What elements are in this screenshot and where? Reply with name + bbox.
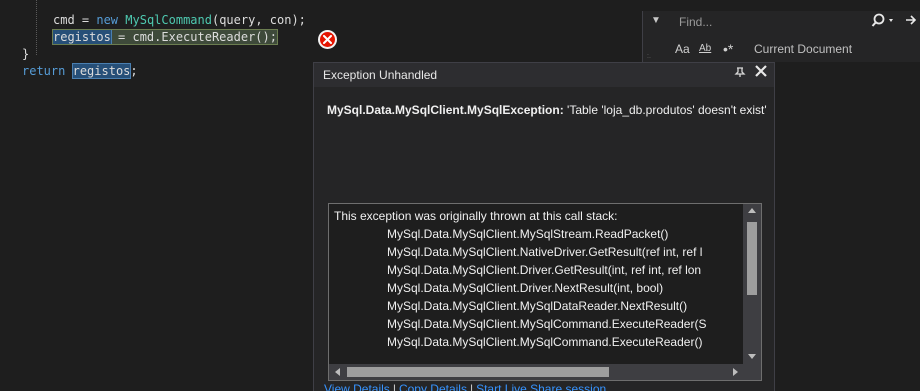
keyword-return: return xyxy=(22,64,66,78)
horizontal-scrollbar[interactable] xyxy=(329,364,743,380)
scrollbar-corner xyxy=(743,364,761,380)
chevron-down-icon[interactable]: ▼ xyxy=(651,15,661,26)
code-line-command[interactable]: cmd = new MySqlCommand(query, con); xyxy=(53,12,306,29)
scroll-thumb[interactable] xyxy=(347,367,609,377)
regex-toggle[interactable]: •* xyxy=(723,41,733,57)
close-icon[interactable] xyxy=(754,64,768,82)
match-case-toggle[interactable]: Aa xyxy=(675,41,690,57)
stack-frame: MySql.Data.MySqlClient.NativeDriver.GetR… xyxy=(387,245,703,259)
error-circle-icon[interactable] xyxy=(318,30,337,49)
live-share-link[interactable]: Start Live Share session... xyxy=(476,382,616,391)
copy-details-link[interactable]: Copy Details xyxy=(399,382,467,391)
search-icon[interactable] xyxy=(871,13,901,31)
code-token: cmd = xyxy=(53,13,97,27)
pin-icon[interactable] xyxy=(734,66,746,81)
exception-type: MySql.Data.MySqlClient.MySqlException: xyxy=(327,103,564,117)
exception-text: 'Table 'loja_db.produtos' doesn't exist' xyxy=(563,103,767,117)
scroll-down-icon[interactable] xyxy=(748,354,756,359)
find-next-icon[interactable] xyxy=(905,13,919,31)
stack-frame: MySql.Data.MySqlClient.MySqlStream.ReadP… xyxy=(387,227,669,241)
stack-frame: MySql.Data.MySqlClient.MySqlCommand.Exec… xyxy=(387,317,707,331)
call-stack-box[interactable]: This exception was originally thrown at … xyxy=(328,203,762,381)
exception-helper-popup: Exception Unhandled MySql.Data.MySqlClie… xyxy=(313,62,775,391)
keyword-new: new xyxy=(96,13,119,27)
scroll-thumb[interactable] xyxy=(747,222,757,295)
find-input[interactable] xyxy=(667,12,867,32)
exception-links: View Details | Copy Details | Start Live Sha… xyxy=(324,382,616,391)
indent-guide xyxy=(36,0,37,55)
search-scope-dropdown[interactable]: Current Document xyxy=(754,41,852,57)
exception-message: MySql.Data.MySqlClient.MySqlException: '… xyxy=(327,102,767,119)
exception-header: Exception Unhandled xyxy=(314,63,774,87)
vertical-scrollbar[interactable] xyxy=(743,204,761,364)
exception-title: Exception Unhandled xyxy=(323,68,438,82)
stack-frame: MySql.Data.MySqlClient.Driver.GetResult(… xyxy=(387,263,702,277)
scroll-left-icon[interactable] xyxy=(335,368,340,376)
variable-registos: registos xyxy=(71,63,132,79)
stack-frame: MySql.Data.MySqlClient.Driver.NextResult… xyxy=(387,281,664,295)
code-line-return[interactable]: return registos; xyxy=(22,63,138,80)
type-mysqlcommand: MySqlCommand xyxy=(125,13,212,27)
link-separator: | xyxy=(392,382,396,391)
code-line-execute[interactable]: registos = cmd.ExecuteReader(); xyxy=(52,29,278,46)
view-details-link[interactable]: View Details xyxy=(324,382,390,391)
stack-frame: MySql.Data.MySqlClient.MySqlCommand.Exec… xyxy=(387,335,703,349)
code-token: = cmd.ExecuteReader(); xyxy=(110,30,277,44)
code-token: ; xyxy=(130,64,138,78)
scroll-up-icon[interactable] xyxy=(748,208,756,213)
resize-grip-icon[interactable]: :. xyxy=(647,53,653,61)
call-stack-intro: This exception was originally thrown at … xyxy=(334,209,618,223)
find-widget: ▼ Aa Ab •* Current Document :. xyxy=(642,11,920,62)
code-line-brace[interactable]: } xyxy=(22,46,29,63)
whole-word-toggle[interactable]: Ab xyxy=(699,41,711,57)
stack-frame: MySql.Data.MySqlClient.MySqlDataReader.N… xyxy=(387,299,688,313)
variable-registos: registos xyxy=(52,29,112,45)
scroll-right-icon[interactable] xyxy=(733,368,738,376)
code-token: (query, con); xyxy=(211,13,306,27)
link-separator: | xyxy=(469,382,474,391)
